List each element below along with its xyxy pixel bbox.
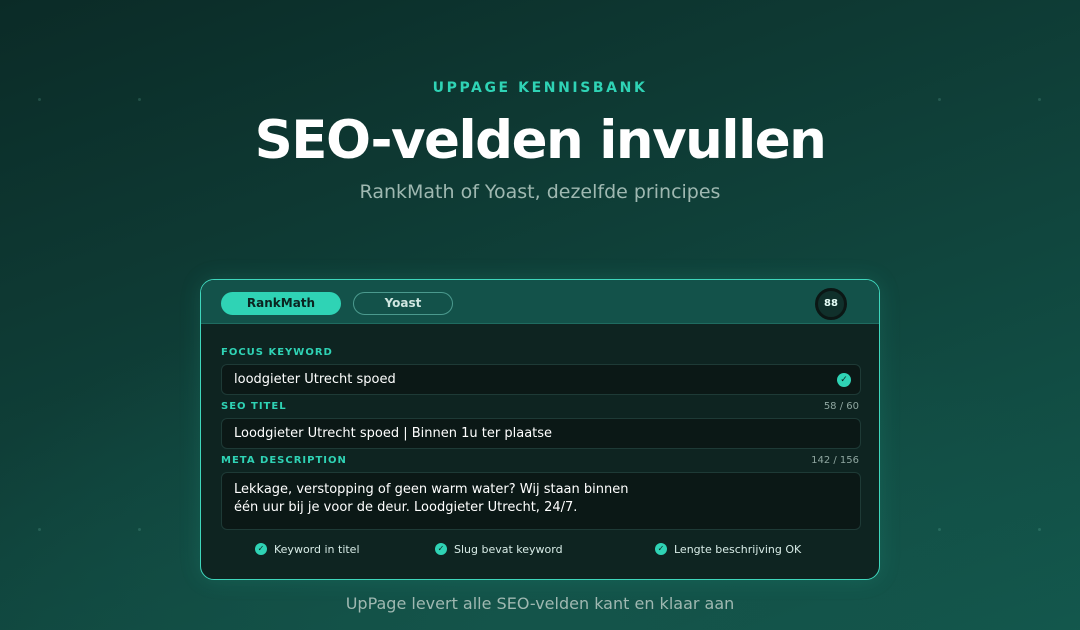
footer-tagline: UpPage levert alle SEO-velden kant en kl… [345,594,735,613]
seo-title-counter: 58 / 60 [823,401,859,412]
check-label: Keyword in titel [274,543,360,556]
check-label: Lengte beschrijving OK [674,543,802,556]
focus-keyword-label: FOCUS KEYWORD [221,347,333,358]
tab-rankmath[interactable]: RankMath [221,292,341,315]
eyebrow-label: UPPAGE KENNISBANK [432,80,648,96]
check-circle-icon: ✓ [435,543,447,555]
focus-keyword-field[interactable]: loodgieter Utrecht spoed ✓ [221,364,861,395]
background-dot [138,98,141,101]
page-subtitle: RankMath of Yoast, dezelfde principes [359,181,721,203]
card-header: RankMath Yoast 88 [201,280,879,324]
meta-description-counter: 142 / 156 [811,455,859,466]
meta-description-label: META DESCRIPTION [221,455,347,466]
background-dot [1038,528,1041,531]
tab-yoast[interactable]: Yoast [353,292,453,315]
seo-title-label: SEO TITEL [221,401,287,412]
background-dot [1038,98,1041,101]
check-circle-icon: ✓ [255,543,267,555]
background-dot [138,528,141,531]
meta-description-line: Lekkage, verstopping of geen warm water?… [234,482,629,497]
focus-keyword-value: loodgieter Utrecht spoed [234,372,396,387]
seo-fields-card: RankMath Yoast 88 FOCUS KEYWORD loodgiet… [200,279,880,580]
check-label: Slug bevat keyword [454,543,563,556]
meta-description-line: één uur bij je voor de deur. Loodgieter … [234,500,578,515]
seo-title-value: Loodgieter Utrecht spoed | Binnen 1u ter… [234,426,553,441]
check-circle-icon: ✓ [655,543,667,555]
check-circle-icon: ✓ [837,373,851,387]
background-dot [938,98,941,101]
seo-title-field[interactable]: Loodgieter Utrecht spoed | Binnen 1u ter… [221,418,861,449]
seo-score-badge: 88 [815,288,847,320]
background-dot [38,528,41,531]
background-dot [938,528,941,531]
background-dot [38,98,41,101]
page-title: SEO-velden invullen [254,110,827,171]
meta-description-field[interactable]: Lekkage, verstopping of geen warm water?… [221,472,861,530]
